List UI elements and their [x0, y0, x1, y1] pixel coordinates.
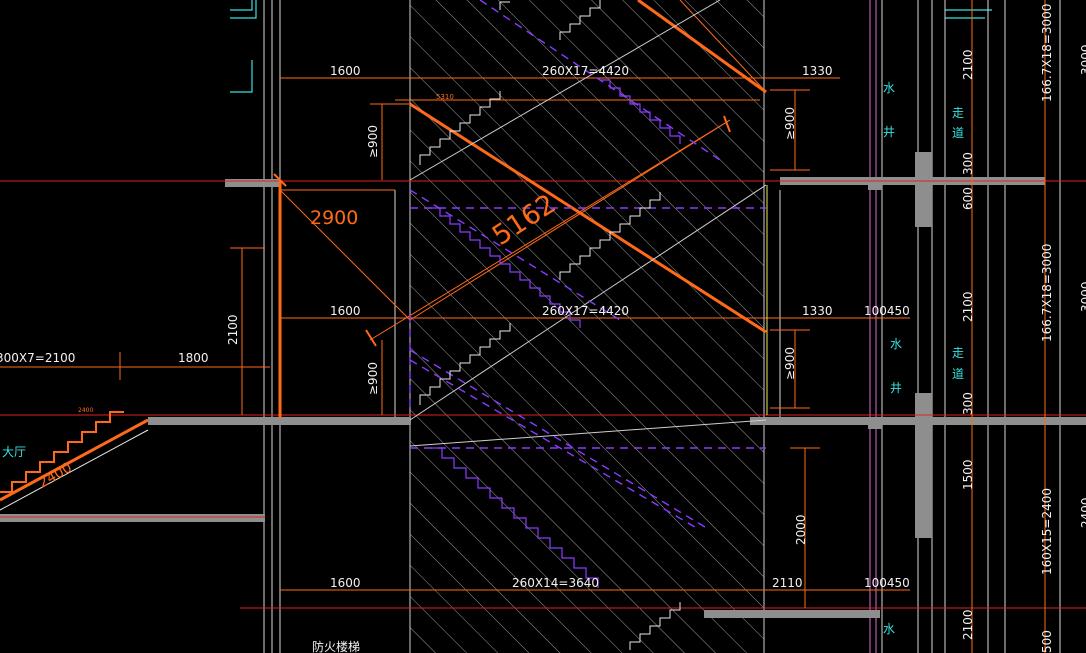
right-vertical-lines — [869, 0, 1061, 653]
dim-top-left: 1600 — [330, 64, 361, 78]
dim-left-stair-run: 300X7=2100 — [0, 351, 75, 365]
dim-mid-far-right: 100450 — [864, 304, 910, 318]
dim-right-1500: 1500 — [961, 459, 975, 490]
dim-slope-left-label: 2900 — [310, 207, 358, 229]
dim-right-edge-bot: 2400 — [1079, 497, 1086, 528]
label-shaft-water-2: 水 — [890, 337, 902, 351]
dim-right-far-bot: 160X15=2400 — [1040, 488, 1054, 575]
dim-right-2100-mid: 2100 — [961, 291, 975, 322]
dim-right-far-mid: 166.7X18=3000 — [1040, 244, 1054, 342]
dim-right-300-mid: 300 — [961, 392, 975, 415]
dim-left-slope: 2400 — [36, 460, 75, 492]
dim-right-600: 600 — [961, 187, 975, 210]
dim-bottom-2000: 2000 — [794, 514, 808, 545]
dim-right-500: 500 — [1040, 630, 1054, 653]
dim-right-edge-top: 3000 — [1079, 44, 1086, 75]
label-lobby: 大厅 — [2, 445, 26, 459]
dim-top-ge900-left: ≥900 — [366, 125, 380, 158]
dim-mid-ge900-left: ≥900 — [366, 362, 380, 395]
dim-mid-left: 1600 — [330, 304, 361, 318]
label-corridor-4: 道 — [952, 367, 964, 381]
stair-shaft-hatch — [410, 0, 764, 653]
dim-right-2100-top: 2100 — [961, 49, 975, 80]
dim-bottom-run: 260X14=3640 — [512, 576, 599, 590]
label-shaft-well-1: 井 — [883, 125, 895, 139]
label-shaft-water-1: 水 — [883, 81, 895, 95]
label-shaft-well-2: 井 — [890, 381, 902, 395]
label-corridor-2: 道 — [952, 126, 964, 140]
dim-left-1800: 1800 — [178, 351, 209, 365]
dim-bottom-right: 2110 — [772, 576, 803, 590]
label-shaft-water-3: 水 — [883, 622, 895, 636]
label-corridor-1: 走 — [952, 106, 964, 120]
dim-top-ge900-right: ≥900 — [783, 107, 797, 140]
dim-right-edge-mid: 3000 — [1079, 281, 1086, 312]
dim-mid-run: 260X17=4420 — [542, 304, 629, 318]
dim-slope-top-small: 5310 — [436, 93, 454, 101]
dim-mid-right: 1330 — [802, 304, 833, 318]
dim-bottom-left: 1600 — [330, 576, 361, 590]
dim-right-2100-bot: 2100 — [961, 609, 975, 640]
label-corridor-3: 走 — [952, 346, 964, 360]
dim-right-300-top: 300 — [961, 152, 975, 175]
dim-bottom-far-right: 100450 — [864, 576, 910, 590]
dim-top-run: 260X17=4420 — [542, 64, 629, 78]
dim-top-right: 1330 — [802, 64, 833, 78]
dim-mid-ge900-right: ≥900 — [783, 347, 797, 380]
dim-left-height: 2100 — [226, 314, 240, 345]
label-stair-title: 防火楼梯 — [312, 639, 360, 653]
dim-left-small: 2400 — [78, 407, 93, 414]
dim-right-far-top: 166.7X18=3000 — [1040, 4, 1054, 102]
stair-section-drawing: 1600 260X17=4420 1330 5310 ≥900 ≥900 290… — [0, 0, 1086, 653]
